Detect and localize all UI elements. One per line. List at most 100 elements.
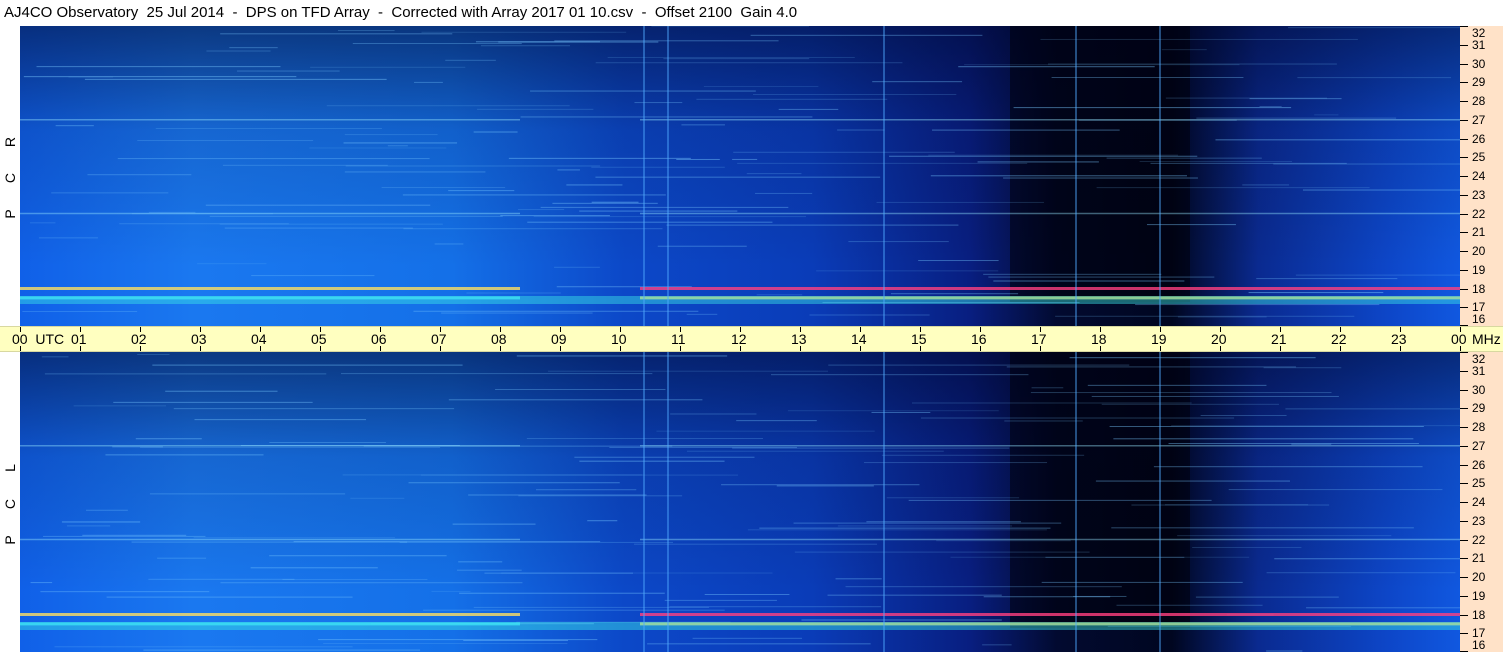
rcp-texture-line	[657, 245, 747, 247]
lcp-texture-line	[770, 374, 1029, 376]
utc-time-tick	[1160, 327, 1161, 332]
lcp-texture-line	[165, 390, 278, 392]
lcp-texture-line	[495, 389, 666, 391]
utc-time-tick	[320, 327, 321, 332]
utc-time-tick	[680, 327, 681, 332]
utc-time-tick	[680, 346, 681, 351]
lcp-spectrogram	[20, 352, 1460, 652]
lcp-texture-line	[1101, 403, 1279, 405]
utc-time-tick	[500, 327, 501, 332]
lcp-texture-line	[157, 557, 207, 559]
rcp-texture-line	[1040, 38, 1358, 40]
rcp-texture-line	[1003, 177, 1198, 179]
rcp-letter-1: R	[2, 136, 18, 148]
lcp-texture-line	[516, 355, 728, 357]
lcp-texture-line	[634, 543, 878, 545]
rcp-freq-tick	[1460, 176, 1468, 177]
rcp-texture-line	[1314, 114, 1339, 116]
utc-time-tick	[320, 346, 321, 351]
rcp-texture-line	[466, 292, 561, 294]
utc-time-tick	[860, 327, 861, 332]
lcp-freq-label: 20	[1472, 570, 1486, 584]
rcp-texture-line	[651, 26, 809, 28]
lcp-texture-line	[1274, 558, 1460, 560]
rcp-texture-line	[87, 174, 192, 176]
rcp-freq-label: 22	[1472, 206, 1486, 221]
lcp-freq-tick	[1460, 445, 1468, 447]
rcp-texture-line	[676, 158, 720, 160]
rcp-texture-line	[733, 151, 955, 153]
lcp-texture-line	[1195, 596, 1339, 598]
rcp-texture-line	[876, 201, 1044, 203]
utc-time-label: 07	[431, 331, 447, 347]
lcp-texture-line	[912, 402, 1192, 404]
rcp-texture-line	[1051, 77, 1244, 79]
rcp-texture-line	[344, 134, 438, 136]
lcp-freq-label: 23	[1472, 513, 1486, 528]
utc-time-tick	[1400, 346, 1401, 351]
lcp-texture-line	[881, 454, 1085, 456]
rcp-freq-tick	[1460, 119, 1468, 121]
lcp-texture-line	[886, 497, 1020, 499]
utc-time-tick	[620, 346, 621, 351]
rcp-texture-line	[1242, 184, 1290, 186]
rcp-texture-line	[634, 102, 683, 104]
rcp-label: R C P	[0, 26, 20, 326]
rcp-texture-line	[352, 43, 522, 45]
lcp-texture-line	[140, 446, 441, 448]
lcp-texture-line	[269, 441, 386, 443]
rcp-texture-line	[932, 129, 1120, 131]
utc-time-tick	[800, 346, 801, 351]
lcp-texture-line	[920, 417, 1235, 419]
lcp-texture-line	[459, 592, 665, 594]
lcp-texture-line	[458, 561, 503, 563]
lcp-texture-line	[776, 485, 874, 487]
utc-time-tick	[200, 346, 201, 351]
lcp-freq-label: 18	[1472, 607, 1486, 622]
utc-time-tick	[980, 346, 981, 351]
rcp-texture-line	[343, 142, 458, 144]
utc-time-tick	[260, 346, 261, 351]
lcp-texture-line	[194, 419, 367, 421]
lcp-texture-line	[1192, 546, 1302, 548]
lcp-texture-line	[1095, 480, 1290, 482]
rcp-texture-line	[480, 45, 571, 47]
lcp-texture-line	[1109, 426, 1424, 428]
rcp-texture-line	[703, 86, 819, 88]
lcp-texture-line	[86, 509, 128, 511]
utc-time-tick	[1460, 346, 1461, 351]
lcp-texture-line	[1266, 572, 1456, 574]
lcp-texture-line	[1177, 535, 1392, 537]
rcp-freq-tick	[1460, 269, 1468, 271]
rcp-texture-line	[540, 206, 789, 208]
lcp-freq-label: 21	[1472, 551, 1486, 566]
rcp-spectrogram	[20, 26, 1460, 326]
lcp-freq-label: 26	[1472, 457, 1486, 472]
rcp-low-band	[20, 296, 1460, 304]
lcp-texture-line	[692, 637, 802, 639]
lcp-texture-line	[269, 555, 447, 557]
lcp-texture-line	[721, 484, 920, 486]
lcp-texture-line	[448, 399, 703, 401]
lcp-texture-line	[526, 438, 763, 440]
rcp-texture-line	[441, 312, 593, 314]
page-title: AJ4CO Observatory 25 Jul 2014 - DPS on T…	[4, 4, 798, 21]
utc-time-tick	[740, 327, 741, 332]
rcp-texture-line	[345, 165, 601, 167]
lcp-freq-label: 24	[1472, 495, 1486, 509]
lcp-freq-tick	[1460, 408, 1468, 410]
utc-time-label: 04	[251, 331, 267, 347]
lcp-freq-label: 25	[1472, 476, 1486, 491]
utc-time-label: 13	[791, 331, 807, 347]
lcp-texture-line	[936, 540, 1071, 542]
rcp-texture-line	[837, 129, 885, 131]
rcp-freq-tick	[1460, 251, 1468, 252]
rcp-texture-line	[473, 131, 518, 133]
utc-time-tick	[860, 346, 861, 351]
utc-time-tick	[1160, 346, 1161, 351]
rcp-texture-line	[1249, 98, 1342, 100]
rcp-texture-line	[520, 116, 813, 118]
rcp-freq-label: 19	[1472, 262, 1486, 277]
rcp-texture-line	[236, 70, 340, 72]
utc-time-label: 21	[1271, 331, 1287, 347]
